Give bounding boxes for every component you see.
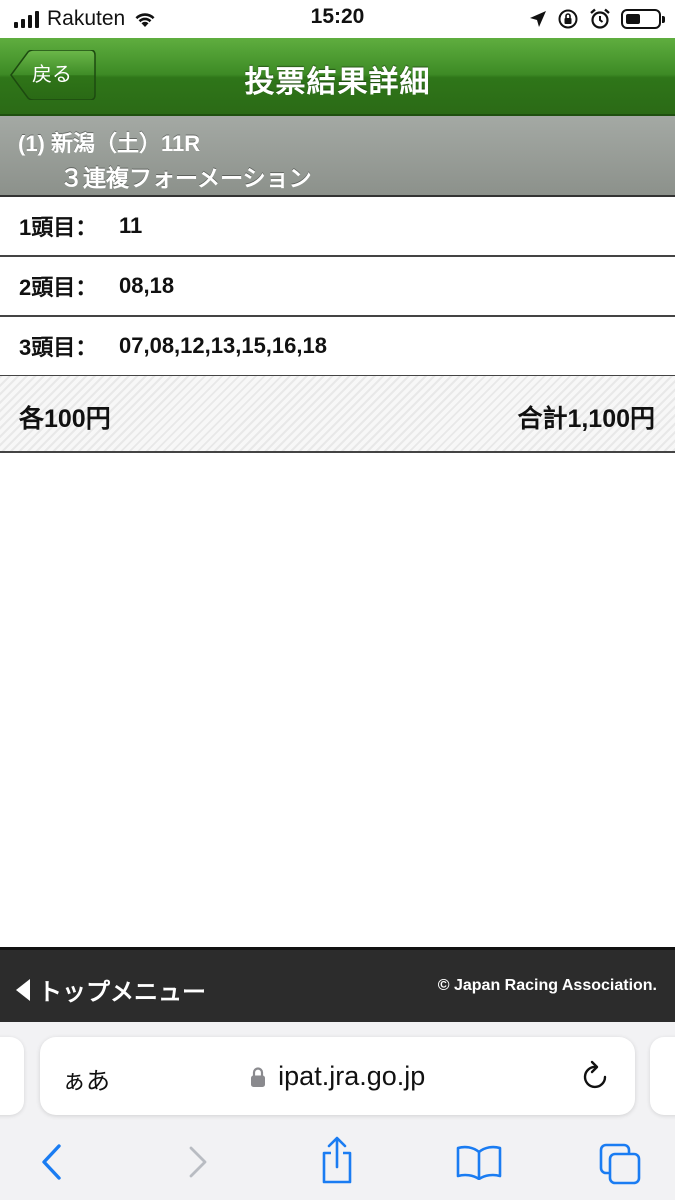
selection-list: 1頭目： 11 2頭目： 08,18 3頭目： 07,08,12,13,15,1… — [0, 197, 675, 377]
previous-tab-card[interactable] — [0, 1037, 24, 1115]
top-menu-label: トップメニュー — [38, 979, 206, 1006]
status-right — [529, 6, 665, 32]
copyright: © Japan Racing Association. — [437, 977, 657, 994]
address-bar[interactable]: ぁあ ipat.jra.go.jp — [40, 1037, 635, 1115]
browser-toolbar — [0, 1134, 675, 1194]
selection-label: 2頭目： — [19, 275, 98, 300]
total-band: 各100円 合計1,100円 — [0, 376, 675, 453]
selection-row-2: 2頭目： 08,18 — [0, 257, 675, 317]
back-arrow-icon[interactable] — [38, 1142, 66, 1182]
location-icon — [530, 11, 546, 27]
page-header: 戻る 投票結果詳細 — [0, 38, 675, 116]
browser-chrome: ぁあ ipat.jra.go.jp — [0, 1022, 675, 1200]
selection-row-3: 3頭目： 07,08,12,13,15,16,18 — [0, 317, 675, 377]
top-menu-link[interactable]: トップメニュー — [16, 972, 206, 1007]
amount-total: 合計1,100円 — [517, 405, 655, 433]
tabs-icon[interactable] — [598, 1142, 642, 1186]
bookmarks-icon[interactable] — [455, 1144, 503, 1180]
url-text: ipat.jra.go.jp — [278, 1061, 426, 1091]
battery-icon — [621, 9, 665, 29]
site-footer: トップメニュー © Japan Racing Association. — [0, 947, 675, 1022]
selection-value: 08,18 — [119, 273, 175, 298]
selection-label: 3頭目： — [19, 335, 98, 360]
left-triangle-icon — [16, 978, 30, 1001]
race-info: (1) 新潟（土）11R ３連複フォーメーション — [0, 116, 675, 197]
lock-icon — [250, 1066, 265, 1087]
orientation-lock-icon — [558, 9, 578, 29]
page-title: 投票結果詳細 — [244, 66, 431, 99]
next-tab-card[interactable] — [650, 1037, 675, 1115]
reload-icon[interactable] — [581, 1059, 611, 1091]
selection-value: 07,08,12,13,15,16,18 — [119, 333, 327, 358]
race-name: (1) 新潟（土）11R — [18, 131, 201, 156]
alarm-icon — [590, 8, 610, 29]
selection-row-1: 1頭目： 11 — [0, 197, 675, 257]
url-display: ipat.jra.go.jp — [40, 1061, 635, 1092]
share-icon[interactable] — [318, 1136, 356, 1186]
selection-value: 11 — [119, 213, 143, 238]
amount-each: 各100円 — [19, 405, 111, 433]
status-bar: Rakuten 15:20 — [0, 0, 675, 38]
selection-label: 1頭目： — [19, 215, 98, 240]
bet-type: ３連複フォーメーション — [60, 165, 312, 191]
forward-arrow-icon[interactable] — [184, 1142, 212, 1182]
